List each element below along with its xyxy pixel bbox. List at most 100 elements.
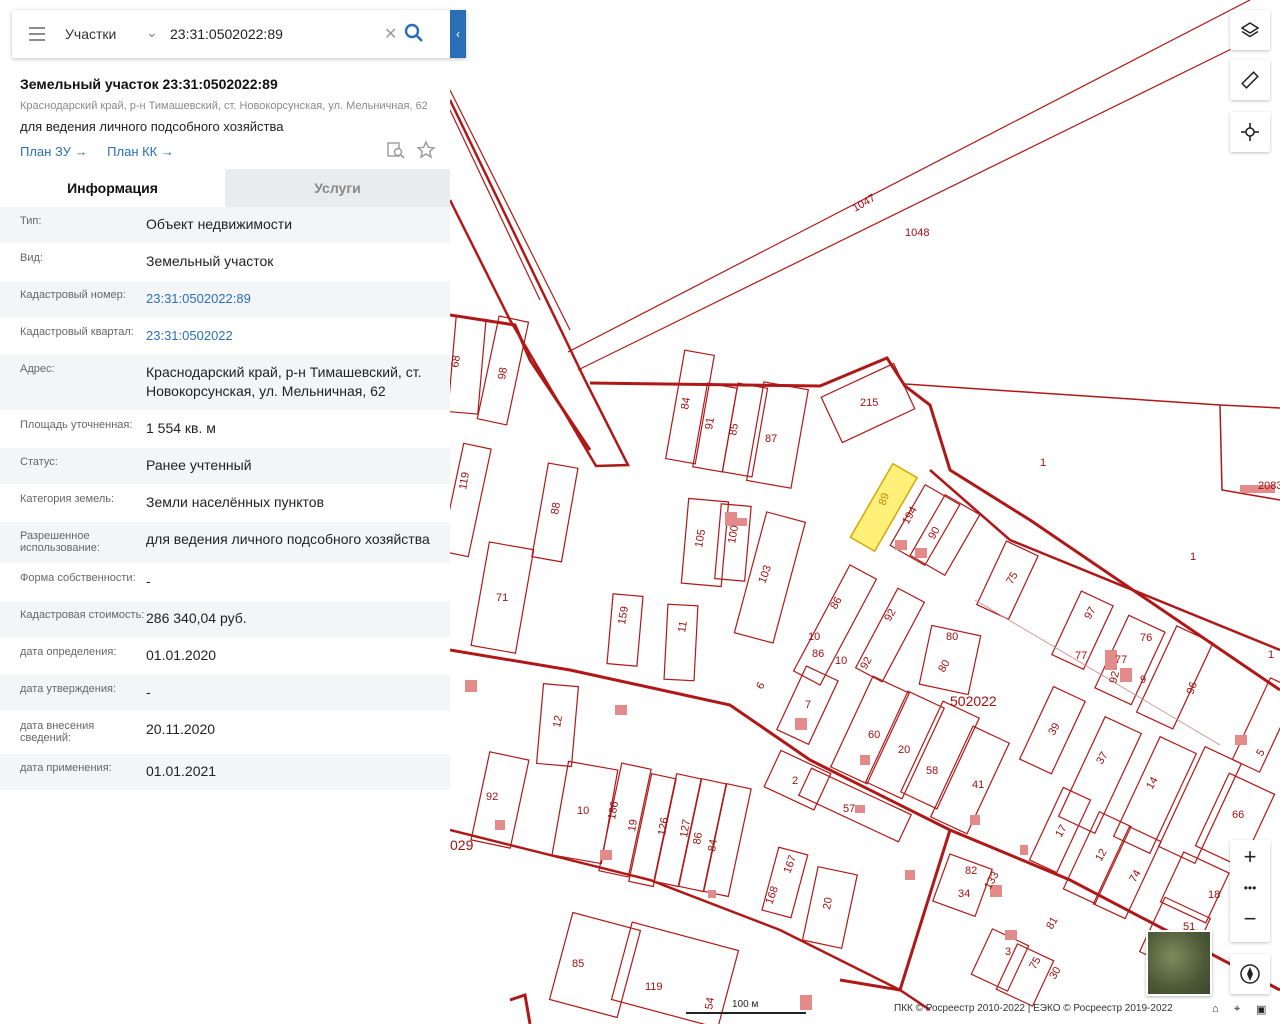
search-type-select[interactable]: Участки <box>65 26 116 42</box>
info-panel: Земельный участок 23:31:0502022:89 Красн… <box>0 0 450 1024</box>
info-key: Вид: <box>20 252 43 264</box>
parcel-label: 41 <box>972 779 984 791</box>
parcel-label: 60 <box>868 729 880 741</box>
info-value[interactable]: 23:31:0502022 <box>146 326 430 345</box>
info-row: Площадь уточненная: 1 554 кв. м <box>0 411 450 448</box>
parcel-label: 167 <box>782 854 800 875</box>
parcel-label: 1048 <box>905 227 929 239</box>
compass-button[interactable] <box>1230 954 1270 994</box>
search-bar: Участки ⌄ ✕ <box>12 10 466 58</box>
parcel-label: 159 <box>616 605 631 625</box>
info-key: Категория земель: <box>20 493 115 505</box>
info-row: Категория земель: Земли населённых пункто… <box>0 485 450 522</box>
locate-icon <box>1241 123 1259 141</box>
parcel-label: 1 <box>1268 649 1274 661</box>
search-doc-icon[interactable] <box>386 140 406 160</box>
parcel-label: 17 <box>1053 823 1070 840</box>
parcel-label: 84 <box>679 396 693 410</box>
parcel-label: 119 <box>645 981 663 993</box>
parcel-label: 80 <box>946 631 958 643</box>
parcel-label: 58 <box>926 765 938 777</box>
parcel-label: 85 <box>727 422 741 436</box>
plan-zu-link[interactable]: План ЗУ → <box>20 144 88 159</box>
info-row: Разрешенное использование: для ведения ли… <box>0 522 450 564</box>
info-key: дата утверждения: <box>20 683 117 695</box>
parcel-label: 9 <box>1140 674 1146 686</box>
parcel-label: 75 <box>1004 570 1021 587</box>
info-value: Ранее учтенный <box>146 457 252 473</box>
info-key: Площадь уточненная: <box>20 419 133 431</box>
object-use: для ведения личного подсобного хозяйства <box>20 119 284 134</box>
search-input[interactable] <box>170 22 380 46</box>
collapse-panel-button[interactable]: ‹ <box>450 10 466 58</box>
layers-button[interactable] <box>1230 10 1270 50</box>
header-icons <box>386 140 437 165</box>
quarter-label: 502022 <box>950 693 997 709</box>
object-header: Земельный участок 23:31:0502022:89 Красн… <box>20 76 440 159</box>
search-icon[interactable] <box>404 23 424 48</box>
locate-small-icon[interactable]: ⌖ <box>1234 1003 1240 1016</box>
tab-info[interactable]: Информация <box>0 169 225 207</box>
info-key: Разрешенное использование: <box>20 530 100 554</box>
plan-kk-link[interactable]: План КК → <box>107 144 174 159</box>
info-value[interactable]: 23:31:0502022:89 <box>146 289 430 308</box>
parcel-label: 6 <box>754 680 767 691</box>
parcel-label: 76 <box>1140 632 1152 644</box>
home-icon[interactable]: ⌂ <box>1212 1003 1219 1015</box>
info-key: дата внесения сведений: <box>20 720 95 744</box>
ruler-button[interactable] <box>1230 60 1270 100</box>
parcel-label: 86 <box>828 595 845 612</box>
compass-icon <box>1240 964 1260 984</box>
parcel-label: 92 <box>882 607 899 624</box>
info-row: Тип: Объект недвижимости <box>0 207 450 244</box>
parcel-label: 82 <box>965 865 977 877</box>
parcel-label: 12 <box>551 714 565 728</box>
info-row: Вид: Земельный участок <box>0 244 450 281</box>
parcel-label: 84 <box>706 838 720 852</box>
parcel-label: 91 <box>703 416 717 430</box>
info-row: Кадастровая стоимость: 286 340,04 руб. <box>0 601 450 638</box>
cadastral-map[interactable]: 1047104868988491 85872151208311988105 1001… <box>450 0 1280 1024</box>
clear-icon[interactable]: ✕ <box>384 24 397 44</box>
parcel-label: 11 <box>676 620 690 633</box>
parcel-label: 66 <box>1232 809 1244 821</box>
chevron-down-icon[interactable]: ⌄ <box>146 24 158 41</box>
parcel-label: 2 <box>792 775 798 787</box>
info-key: Кадастровый номер: <box>20 289 126 301</box>
parcel-label: 74 <box>1127 868 1144 885</box>
parcel-label: 186 <box>606 800 621 820</box>
info-value: 1 554 кв. м <box>146 420 216 436</box>
quarter-label-2: 029 <box>450 837 474 853</box>
info-row: Кадастровый номер: 23:31:0502022:89 <box>0 281 450 318</box>
parcel-label: 14 <box>1144 775 1161 792</box>
map-canvas[interactable]: 1047 1048 68 98 84 91 85 87 215 1 2083 119 88 105 100 1… <box>450 0 1280 1024</box>
info-key: Форма собственности: <box>20 572 136 584</box>
parcel-label: 105 <box>693 528 708 548</box>
parcel-label: 19 <box>626 818 640 832</box>
parcel-label: 92 <box>1107 670 1122 685</box>
info-key: Адрес: <box>20 363 55 375</box>
basemap-thumbnail[interactable] <box>1146 930 1212 996</box>
parcel-label: 68 <box>450 354 463 368</box>
star-icon[interactable] <box>416 140 437 160</box>
layers-icon <box>1240 22 1260 38</box>
parcel-label: 20 <box>821 896 835 910</box>
zoom-out-button[interactable]: − <box>1230 902 1270 936</box>
parcel-label: 194 <box>900 505 920 527</box>
info-value: 20.11.2020 <box>146 721 216 737</box>
fullscreen-icon[interactable]: ▣ <box>1256 1003 1266 1016</box>
info-row: дата внесения сведений: 20.11.2020 <box>0 712 450 754</box>
tabs: Информация Услуги <box>0 169 450 207</box>
locate-button[interactable] <box>1230 112 1270 152</box>
parcel-label: 97 <box>1082 605 1099 622</box>
menu-icon[interactable] <box>29 27 45 41</box>
info-value: Краснодарский край, р-н Тимашевский, ст.… <box>146 364 422 399</box>
more-button[interactable]: ••• <box>1230 874 1270 902</box>
info-value: - <box>146 573 151 589</box>
zoom-in-button[interactable]: + <box>1230 840 1270 874</box>
parcel-label: 10 <box>835 655 847 667</box>
parcel-label: 86 <box>691 831 705 845</box>
info-key: Кадастровая стоимость: <box>20 609 145 621</box>
info-value: 01.01.2021 <box>146 763 217 779</box>
tab-services[interactable]: Услуги <box>225 169 450 207</box>
